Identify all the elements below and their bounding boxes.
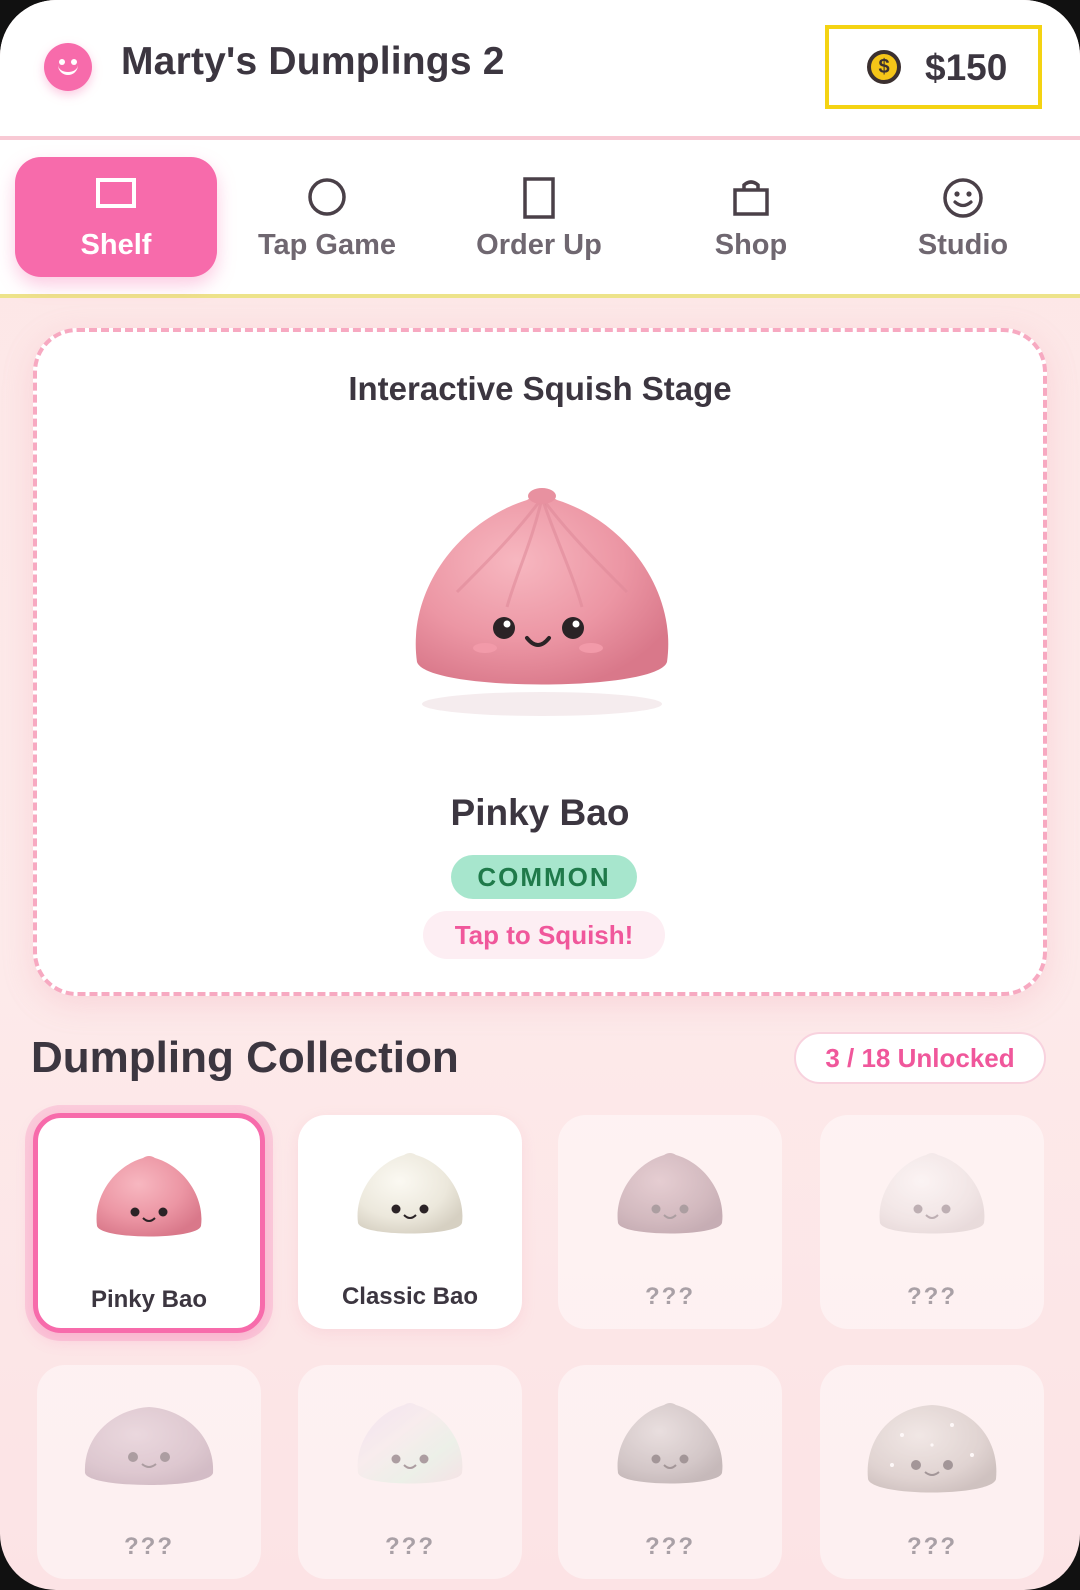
card-name: Classic Bao	[341, 1283, 479, 1310]
tab-shop[interactable]: Shop	[650, 157, 852, 277]
glitter-dumpling-icon	[862, 1395, 1002, 1510]
silver-dumpling-icon	[610, 1395, 730, 1500]
white-dumpling-icon	[872, 1145, 992, 1250]
stage-title: Interactive Squish Stage	[348, 370, 732, 407]
pink-dumpling-icon	[89, 1148, 209, 1253]
collection-card[interactable]: Pinky Bao	[33, 1113, 265, 1333]
collection-card-locked[interactable]: ???	[37, 1365, 261, 1579]
squish-stage: Interactive Squish Stage Pinky Bao COMMO…	[33, 328, 1047, 996]
collection-card-locked[interactable]: ???	[558, 1115, 782, 1329]
card-name: ???	[385, 1533, 435, 1560]
rarity-badge: COMMON	[451, 855, 637, 899]
app-screen: Marty's Dumplings 2 $ $150 Shelf Tap Gam…	[0, 0, 1080, 1590]
card-name: ???	[907, 1283, 957, 1310]
tab-bar: Shelf Tap Game Order Up Shop Studio	[0, 140, 1080, 298]
shopping-bag-icon	[731, 177, 771, 222]
collection-card-locked[interactable]: ???	[820, 1115, 1044, 1329]
card-name: ???	[645, 1283, 695, 1310]
tab-label: Studio	[917, 229, 1009, 261]
balance-display: $ $150	[825, 25, 1042, 109]
tab-label: Shop	[714, 229, 788, 261]
collection-card[interactable]: Classic Bao	[298, 1115, 522, 1329]
tab-studio[interactable]: Studio	[862, 157, 1064, 277]
card-name: ???	[124, 1533, 174, 1560]
tap-to-squish-button[interactable]: Tap to Squish!	[423, 911, 665, 959]
balance-amount: $150	[925, 47, 1008, 88]
unlocked-count-badge: 3 / 18 Unlocked	[794, 1032, 1046, 1084]
circle-icon	[307, 177, 347, 222]
dumpling-character[interactable]	[397, 472, 687, 722]
app-title: Marty's Dumplings 2	[121, 40, 505, 83]
collection-card-locked[interactable]: ???	[298, 1365, 522, 1579]
character-name: Pinky Bao	[450, 792, 630, 833]
mauve-dumpling-icon	[610, 1145, 730, 1250]
collection-title: Dumpling Collection	[31, 1033, 459, 1082]
smiley-icon	[942, 177, 984, 224]
tab-label: Order Up	[476, 229, 602, 261]
pink-dumpling-icon	[415, 488, 669, 716]
smiley-logo-icon	[44, 43, 92, 91]
tab-order-up[interactable]: Order Up	[438, 157, 640, 277]
collection-card-locked[interactable]: ???	[558, 1365, 782, 1579]
tab-label: Shelf	[80, 229, 152, 261]
lilac-dumpling-icon	[79, 1395, 219, 1500]
card-name: ???	[907, 1533, 957, 1560]
coin-icon: $	[867, 50, 901, 84]
rectangle-icon	[96, 177, 136, 214]
app-header: Marty's Dumplings 2 $ $150	[0, 0, 1080, 140]
rainbow-dumpling-icon	[350, 1395, 470, 1500]
card-name: Pinky Bao	[90, 1286, 208, 1313]
tab-tap-game[interactable]: Tap Game	[226, 157, 428, 277]
card-name: ???	[645, 1533, 695, 1560]
cream-dumpling-icon	[350, 1145, 470, 1250]
tab-shelf[interactable]: Shelf	[15, 157, 217, 277]
collection-card-locked[interactable]: ???	[820, 1365, 1044, 1579]
tab-label: Tap Game	[257, 229, 397, 261]
tall-rectangle-icon	[522, 177, 556, 224]
